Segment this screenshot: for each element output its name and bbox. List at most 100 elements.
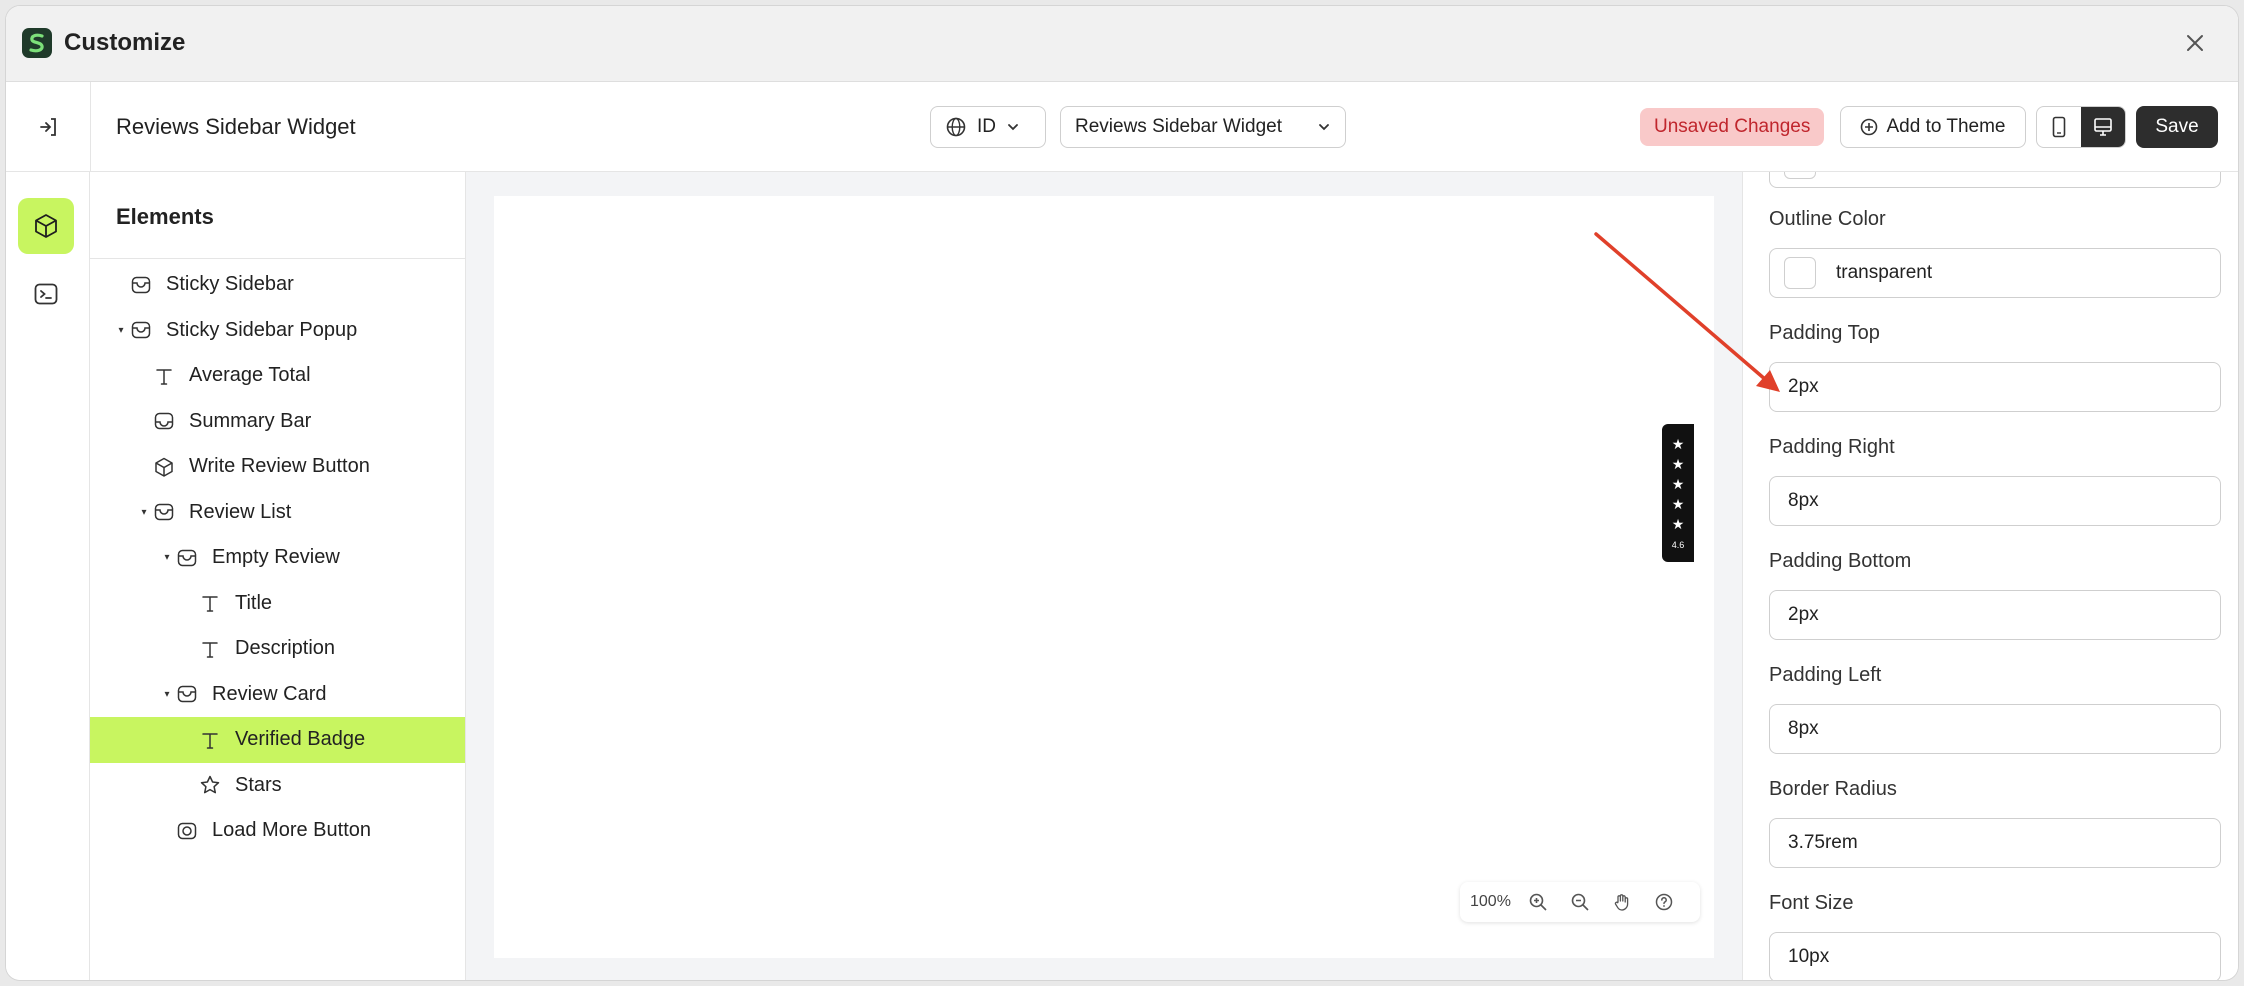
widget-rating: 4.6 (1671, 540, 1685, 550)
element-tree: Sticky Sidebar ▾ Sticky Sidebar Popup Avera… (90, 262, 465, 854)
text-icon (197, 590, 223, 616)
border-radius-label: Border Radius (1769, 778, 1897, 800)
tree-item[interactable]: Summary Bar (90, 399, 465, 445)
preview-canvas[interactable] (494, 196, 1714, 958)
code-tab-button[interactable] (18, 266, 74, 322)
padding-top-input[interactable]: 2px (1769, 362, 2221, 412)
close-icon[interactable] (2180, 28, 2210, 58)
color-value: #fff (1836, 172, 1862, 174)
font-size-input[interactable]: 10px (1769, 932, 2221, 980)
section-icon (128, 272, 154, 298)
tree-item-label: Sticky Sidebar Popup (166, 318, 358, 341)
tree-item-label: Sticky Sidebar (166, 273, 294, 296)
elements-tab-button[interactable] (18, 198, 74, 254)
tree-item-label: Load More Button (212, 819, 371, 842)
tree-item-label: Description (235, 637, 336, 660)
section-icon (174, 545, 200, 571)
star-icon: ★ (1671, 516, 1685, 532)
tree-item[interactable]: ▾ Empty Review (90, 535, 465, 581)
text-icon (151, 363, 177, 389)
button-icon (174, 818, 200, 844)
padding-right-label: Padding Right (1769, 436, 1895, 458)
tree-item[interactable]: Load More Button (90, 808, 465, 854)
tree-item-label: Stars (235, 773, 282, 796)
star-icon: ★ (1671, 496, 1685, 512)
outline-color-value: transparent (1836, 262, 1933, 283)
save-button[interactable]: Save (2136, 106, 2218, 148)
caret-down-icon[interactable]: ▾ (160, 689, 174, 700)
panel-divider (90, 258, 465, 259)
tree-item-label: Summary Bar (189, 409, 312, 432)
add-to-theme-button[interactable]: Add to Theme (1840, 106, 2026, 148)
outline-color-swatch[interactable] (1784, 257, 1816, 289)
hand-pan-icon[interactable] (1607, 887, 1637, 917)
color-value-field[interactable]: #fff (1769, 172, 2221, 188)
tree-item[interactable]: ▾ Review List (90, 490, 465, 536)
tree-item[interactable]: Write Review Button (90, 444, 465, 490)
page-title: Reviews Sidebar Widget (116, 114, 356, 139)
unsaved-changes-badge: Unsaved Changes (1640, 108, 1825, 146)
outline-color-field[interactable]: transparent (1769, 248, 2221, 298)
preview-area: ★ ★ ★ ★ ★ 4.6 100% (466, 172, 1742, 980)
tree-item-label: Title (235, 591, 273, 614)
zoom-in-icon[interactable] (1523, 887, 1553, 917)
tree-item[interactable]: Verified Badge (90, 717, 465, 763)
tree-item[interactable]: ▾ Review Card (90, 672, 465, 718)
mobile-view-button[interactable] (2037, 107, 2081, 147)
inbox-icon (151, 408, 177, 434)
device-toggle (2036, 106, 2126, 148)
padding-left-input[interactable]: 8px (1769, 704, 2221, 754)
padding-right-input[interactable]: 8px (1769, 476, 2221, 526)
border-radius-input[interactable]: 3.75rem (1769, 818, 2221, 868)
caret-down-icon[interactable]: ▾ (160, 552, 174, 563)
tree-item[interactable]: Stars (90, 763, 465, 809)
section-icon (128, 317, 154, 343)
section-icon (151, 499, 177, 525)
caret-down-icon[interactable]: ▾ (137, 507, 151, 518)
customize-window: Customize Reviews Sidebar Widget ID Revi… (6, 6, 2238, 980)
padding-bottom-input[interactable]: 2px (1769, 590, 2221, 640)
chevron-down-icon (1008, 124, 1018, 131)
language-select-value: ID (977, 116, 996, 137)
desktop-icon (2094, 118, 2112, 136)
star-icon: ★ (1671, 476, 1685, 492)
color-swatch[interactable] (1784, 172, 1816, 179)
zoom-out-icon[interactable] (1565, 887, 1595, 917)
sticky-sidebar-tab[interactable]: ★ ★ ★ ★ ★ 4.6 (1662, 424, 1694, 562)
app-title: Customize (64, 29, 186, 56)
exit-icon[interactable] (30, 108, 68, 146)
language-select[interactable]: ID (930, 106, 1046, 148)
padding-left-label: Padding Left (1769, 664, 1882, 686)
elements-panel: Elements Sticky Sidebar ▾ Sticky Sidebar P… (90, 172, 466, 980)
tree-item-label: Average Total (189, 364, 311, 387)
tree-item-label: Empty Review (212, 546, 340, 569)
tree-item-label: Review List (189, 500, 292, 523)
tree-item-label: Review Card (212, 682, 327, 705)
tree-item[interactable]: Average Total (90, 353, 465, 399)
text-icon (197, 727, 223, 753)
properties-panel: #fff Outline Color transparent Padding T… (1742, 172, 2238, 980)
add-to-theme-label: Add to Theme (1886, 116, 2006, 137)
globe-icon (946, 117, 966, 137)
tree-item[interactable]: Sticky Sidebar (90, 262, 465, 308)
page-select[interactable]: Reviews Sidebar Widget (1060, 106, 1346, 148)
outline-color-label: Outline Color (1769, 208, 1886, 230)
tree-item[interactable]: Title (90, 581, 465, 627)
tree-item[interactable]: ▾ Sticky Sidebar Popup (90, 308, 465, 354)
tree-item-label: Write Review Button (189, 455, 370, 478)
star-icon: ★ (1671, 436, 1685, 452)
tree-item[interactable]: Description (90, 626, 465, 672)
caret-down-icon[interactable]: ▾ (114, 325, 128, 336)
font-size-label: Font Size (1769, 892, 1854, 914)
title-bar: Customize (6, 6, 2238, 82)
side-rail (6, 172, 90, 980)
cube-icon (35, 214, 57, 238)
chevron-down-icon (1319, 124, 1329, 131)
desktop-view-button[interactable] (2081, 107, 2125, 147)
padding-top-label: Padding Top (1769, 322, 1880, 344)
terminal-icon (34, 283, 58, 305)
star-icon (197, 772, 223, 798)
zoom-controls: 100% (1460, 882, 1700, 922)
zoom-level: 100% (1470, 893, 1511, 910)
help-icon[interactable] (1649, 887, 1679, 917)
